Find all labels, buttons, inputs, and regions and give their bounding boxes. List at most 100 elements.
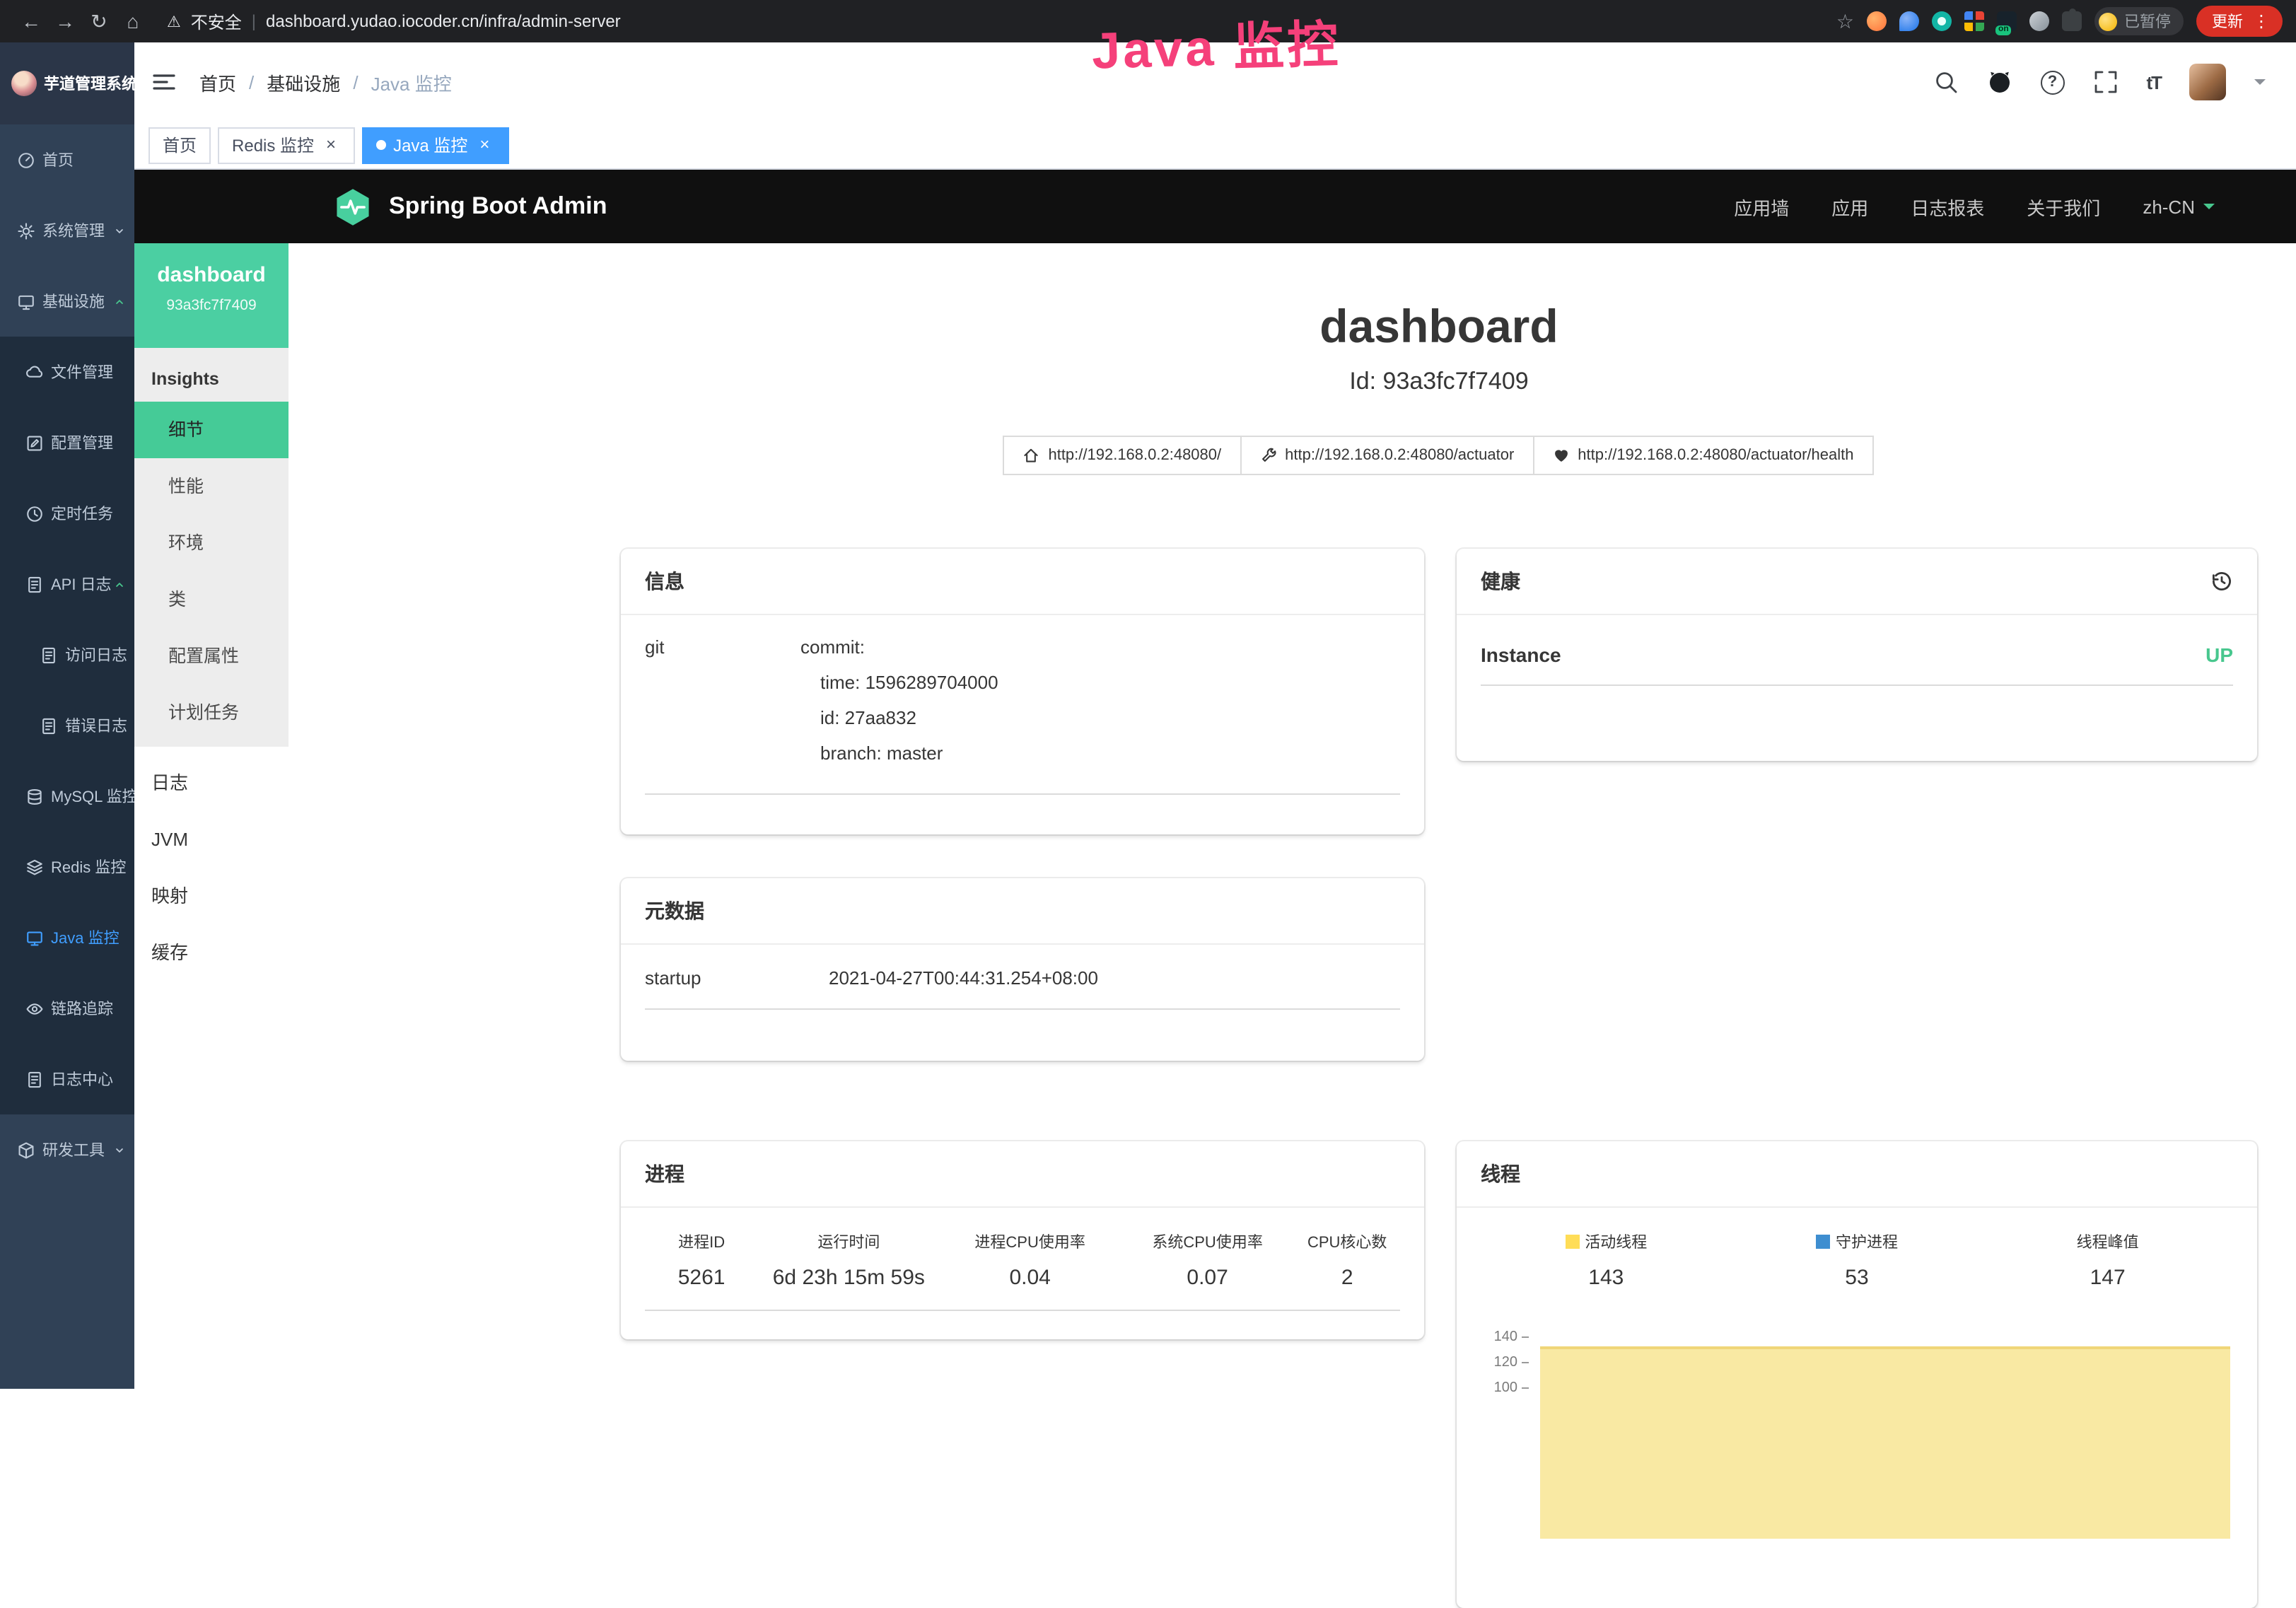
profile-chip-label: 已暂停	[2124, 10, 2171, 33]
gear-icon	[17, 221, 35, 240]
bookmark-star-icon[interactable]: ☆	[1836, 9, 1854, 33]
extension-icon-2[interactable]	[1899, 11, 1919, 31]
sba-nav-wallboard[interactable]: 应用墙	[1734, 193, 1789, 220]
active-threads-swatch	[1565, 1235, 1579, 1249]
sidebar-item-scheduled-jobs[interactable]: 定时任务	[0, 478, 134, 549]
sidebar-item-config-mgmt[interactable]: 配置管理	[0, 407, 134, 478]
help-icon[interactable]: ?	[2040, 70, 2064, 94]
sidebar-item-error-logs[interactable]: 错误日志	[0, 690, 134, 761]
sidebar-item-file-mgmt[interactable]: 文件管理	[0, 337, 134, 407]
metadata-key: startup	[645, 967, 829, 989]
sidebar-item-label: 首页	[42, 148, 74, 171]
sba-item-mappings[interactable]: 映射	[134, 868, 289, 925]
git-time-line: time: 1596289704000	[800, 665, 998, 700]
breadcrumb-home[interactable]: 首页	[199, 69, 236, 95]
sidebar-item-label: 基础设施	[42, 290, 105, 313]
health-instance-row[interactable]: Instance UP	[1481, 615, 2233, 686]
sba-item-classes[interactable]: 类	[134, 571, 289, 628]
sidebar-item-infrastructure[interactable]: 基础设施	[0, 266, 134, 337]
insights-section: Insights 细节 性能 环境 类 配置属性 计划任务	[134, 348, 289, 747]
instance-link-health[interactable]: http://192.168.0.2:48080/actuator/health	[1532, 436, 1873, 475]
sba-item-caches[interactable]: 缓存	[134, 925, 289, 981]
sba-nav-journal[interactable]: 日志报表	[1911, 193, 1984, 220]
metric-value: 0.07	[1121, 1266, 1295, 1290]
metadata-value: 2021-04-27T00:44:31.254+08:00	[829, 967, 1098, 989]
github-icon[interactable]	[1986, 69, 2012, 95]
address-bar[interactable]: ⚠ 不安全 | dashboard.yudao.iocoder.cn/infra…	[167, 9, 621, 33]
metadata-card: 元数据 startup 2021-04-27T00:44:31.254+08:0…	[621, 878, 1424, 1061]
sidebar-item-log-center[interactable]: 日志中心	[0, 1044, 134, 1114]
sidebar-item-dev-tools[interactable]: 研发工具	[0, 1114, 134, 1185]
search-icon[interactable]	[1933, 69, 1958, 95]
git-branch-line: branch: master	[800, 735, 998, 771]
extension-icon-1[interactable]	[1867, 11, 1887, 31]
home-icon	[1022, 447, 1039, 464]
tab-home[interactable]: 首页	[148, 127, 211, 163]
instance-link-root[interactable]: http://192.168.0.2:48080/	[1003, 436, 1241, 475]
extension-icon-4[interactable]	[1964, 11, 1984, 31]
sidebar-item-redis-monitor[interactable]: Redis 监控	[0, 832, 134, 902]
instance-link-actuator[interactable]: http://192.168.0.2:48080/actuator	[1240, 436, 1534, 475]
sba-item-configprops[interactable]: 配置属性	[134, 628, 289, 684]
sidebar-item-system-mgmt[interactable]: 系统管理	[0, 195, 134, 266]
logo-avatar	[11, 71, 37, 96]
language-caret-icon	[2203, 203, 2215, 214]
sidebar-item-access-logs[interactable]: 访问日志	[0, 619, 134, 690]
sidebar-collapse-icon[interactable]	[151, 69, 177, 95]
sba-nav-applications[interactable]: 应用	[1831, 193, 1868, 220]
instance-links: http://192.168.0.2:48080/ http://192.168…	[621, 436, 2257, 475]
tab-java-monitor[interactable]: Java 监控×	[362, 127, 508, 163]
sba-content: dashboard Id: 93a3fc7f7409 http://192.16…	[289, 243, 2296, 1389]
sba-language-select[interactable]: zh-CN	[2143, 196, 2215, 217]
doc-icon	[25, 1070, 44, 1088]
tab-close-icon[interactable]: ×	[321, 135, 341, 155]
sidebar-item-api-logs[interactable]: API 日志	[0, 549, 134, 619]
browser-back-icon[interactable]: ←	[14, 10, 48, 33]
browser-update-button[interactable]: 更新 ⋮	[2196, 6, 2283, 37]
process-card-title: 进程	[645, 1160, 684, 1188]
metric-label: 进程ID	[645, 1230, 758, 1253]
sba-nav-about[interactable]: 关于我们	[2027, 193, 2100, 220]
legend-daemon-threads: 守护进程 53	[1732, 1230, 1983, 1290]
sidebar-item-label: API 日志	[51, 573, 112, 595]
sba-item-details[interactable]: 细节	[134, 402, 289, 458]
doc-icon	[40, 646, 58, 664]
tab-close-icon[interactable]: ×	[474, 135, 494, 155]
extension-icon-5[interactable]: on	[1997, 11, 2017, 31]
extension-icon-3[interactable]	[1932, 11, 1952, 31]
sidebar-item-tracing[interactable]: 链路追踪	[0, 973, 134, 1044]
threads-chart: 140 120 100	[1481, 1312, 2233, 1539]
health-status-badge: UP	[2205, 643, 2233, 666]
browser-reload-icon[interactable]: ↻	[82, 9, 116, 33]
security-warning-icon: ⚠	[167, 12, 181, 30]
breadcrumb-infrastructure[interactable]: 基础设施	[267, 69, 340, 95]
browser-toolbar-right: ☆ on 已暂停 更新 ⋮	[1836, 6, 2283, 37]
history-icon[interactable]	[2210, 570, 2233, 593]
sba-item-scheduled-tasks[interactable]: 计划任务	[134, 684, 289, 741]
instance-header[interactable]: dashboard 93a3fc7f7409	[134, 243, 289, 348]
fullscreen-icon[interactable]	[2092, 69, 2118, 95]
sidebar-item-java-monitor[interactable]: Java 监控	[0, 902, 134, 973]
sidebar-item-mysql-monitor[interactable]: MySQL 监控	[0, 761, 134, 832]
browser-home-icon[interactable]: ⌂	[116, 10, 150, 33]
sba-item-logs[interactable]: 日志	[134, 755, 289, 812]
user-avatar[interactable]	[2189, 64, 2226, 100]
extensions-puzzle-icon[interactable]	[2062, 11, 2082, 31]
app-sidebar: 芋道管理系统 首页 系统管理 基础设施 文件管理 配置管理 定时任务 API 日…	[0, 42, 134, 1389]
app-logo[interactable]: 芋道管理系统	[0, 42, 134, 124]
doc-icon	[40, 716, 58, 735]
browser-menu-kebab-icon[interactable]: ⋮	[2253, 11, 2270, 31]
sidebar-item-label: 文件管理	[51, 361, 113, 383]
profile-chip[interactable]: 已暂停	[2094, 7, 2184, 35]
font-size-icon[interactable]: tT	[2146, 71, 2161, 93]
extension-icon-6[interactable]	[2029, 11, 2049, 31]
browser-forward-icon[interactable]: →	[48, 10, 82, 33]
sba-item-jvm[interactable]: JVM	[134, 812, 289, 868]
sidebar-item-home[interactable]: 首页	[0, 124, 134, 195]
git-commit-line: commit:	[800, 629, 998, 665]
instance-id-short: 93a3fc7f7409	[134, 297, 289, 314]
breadc rumb-separator: /	[353, 71, 358, 93]
sba-item-performance[interactable]: 性能	[134, 458, 289, 515]
tab-redis-monitor[interactable]: Redis 监控×	[218, 127, 355, 163]
sba-item-environment[interactable]: 环境	[134, 515, 289, 571]
